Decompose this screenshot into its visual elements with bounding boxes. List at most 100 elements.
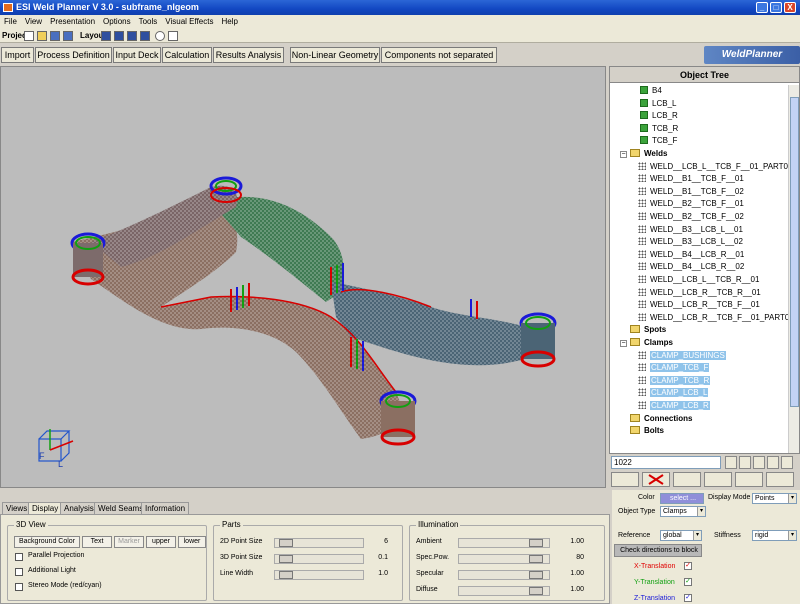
slider-knob[interactable] — [279, 539, 293, 547]
object-tree[interactable]: B4 LCB_L LCB_R TCB_R TCB_F − Welds WELD__LCB_L_… — [610, 85, 790, 453]
illumination-slider[interactable] — [458, 586, 550, 596]
tab-views[interactable]: Views — [2, 502, 32, 514]
tree-item-part[interactable]: TCB_F — [640, 135, 677, 147]
menu-help[interactable]: Help — [217, 15, 241, 26]
tree-item-folder[interactable]: Connections — [620, 413, 692, 425]
new-file-icon[interactable] — [24, 31, 34, 41]
tab-information[interactable]: Information — [141, 502, 190, 514]
weld-direction-icon[interactable] — [704, 472, 732, 487]
hide-button[interactable] — [767, 456, 779, 469]
tree-item-weld[interactable]: WELD__LCB_R__TCB_R__01 — [638, 287, 761, 299]
x-translation-checkbox[interactable]: ✓ — [684, 562, 692, 570]
tree-item-folder[interactable]: − Clamps — [620, 337, 673, 349]
tree-item-weld[interactable]: WELD__B4__LCB_R__02 — [638, 261, 744, 273]
tree-expander-icon[interactable]: − — [620, 151, 627, 158]
display-mode-select[interactable]: Points ▾ — [752, 493, 797, 504]
marker-button[interactable]: Marker — [114, 536, 144, 548]
reference-select[interactable]: global ▾ — [660, 530, 702, 541]
tree-item-weld[interactable]: CLAMP_BUSHINGS — [638, 350, 726, 362]
filter-button[interactable] — [739, 456, 751, 469]
save-icon[interactable] — [50, 31, 60, 41]
layout-3-icon[interactable] — [127, 31, 137, 41]
tree-item-weld[interactable]: WELD__B1__TCB_F__01 — [638, 173, 744, 185]
components-not-separated-button[interactable]: Components not separated — [381, 47, 497, 63]
text-button[interactable]: Text — [82, 536, 112, 548]
layout-1-icon[interactable] — [101, 31, 111, 41]
3d-viewport[interactable]: F L — [0, 66, 606, 488]
tree-item-weld[interactable]: WELD__LCB_R__TCB_F__01 — [638, 299, 760, 311]
tree-item-weld[interactable]: CLAMP_LCB_L — [638, 387, 709, 399]
tree-item-weld[interactable]: WELD__B3__LCB_L__01 — [638, 224, 743, 236]
menu-presentation[interactable]: Presentation — [46, 15, 99, 26]
tree-item-weld[interactable]: CLAMP_LCB_R — [638, 400, 710, 412]
color-select-button[interactable]: select ... — [660, 493, 704, 504]
z-translation-checkbox[interactable]: ✓ — [684, 594, 692, 602]
lower-button[interactable]: lower — [178, 536, 206, 548]
menu-options[interactable]: Options — [99, 15, 135, 26]
slider-knob[interactable] — [529, 571, 543, 579]
slider-knob[interactable] — [279, 555, 293, 563]
tab-input-deck[interactable]: Input Deck — [113, 47, 161, 63]
stiffness-select[interactable]: rigid ▾ — [752, 530, 797, 541]
menu-view[interactable]: View — [21, 15, 46, 26]
tree-item-part[interactable]: LCB_L — [640, 98, 676, 110]
tree-item-weld[interactable]: WELD__LCB_R__TCB_F__01_PART01 — [638, 312, 790, 324]
split-weld-icon[interactable] — [673, 472, 701, 487]
tab-results-analysis[interactable]: Results Analysis — [213, 47, 284, 63]
y-translation-checkbox[interactable]: ✓ — [684, 578, 692, 586]
slider-knob[interactable] — [529, 587, 543, 595]
object-type-select[interactable]: Clamps ▾ — [660, 506, 706, 517]
upper-button[interactable]: upper — [146, 536, 176, 548]
tree-item-weld[interactable]: WELD__B2__TCB_F__01 — [638, 198, 744, 210]
slider-knob[interactable] — [529, 539, 543, 547]
layout-4-icon[interactable] — [140, 31, 150, 41]
layout-2-icon[interactable] — [114, 31, 124, 41]
tree-item-folder[interactable]: − Welds — [620, 148, 667, 160]
open-folder-icon[interactable] — [37, 31, 47, 41]
weld-sequence-icon[interactable] — [735, 472, 763, 487]
parts-slider[interactable] — [274, 554, 364, 564]
tree-item-weld[interactable]: WELD__LCB_L__TCB_R__01 — [638, 274, 759, 286]
tree-item-folder[interactable]: Spots — [620, 324, 666, 336]
weld-chain-icon[interactable] — [766, 472, 794, 487]
weld-tool-1-icon[interactable] — [611, 472, 639, 487]
minimize-button[interactable]: _ — [756, 2, 768, 13]
slider-knob[interactable] — [529, 555, 543, 563]
tree-scrollbar[interactable] — [788, 85, 799, 453]
tab-weld-seams[interactable]: Weld Seams — [94, 502, 148, 514]
close-button[interactable]: X — [784, 2, 796, 13]
tree-item-weld[interactable]: WELD__B2__TCB_F__02 — [638, 211, 744, 223]
menu-visual-effects[interactable]: Visual Effects — [161, 15, 217, 26]
tree-item-folder[interactable]: Bolts — [620, 425, 664, 437]
parts-slider[interactable] — [274, 538, 364, 548]
save-as-icon[interactable] — [63, 31, 73, 41]
maximize-button[interactable]: □ — [770, 2, 782, 13]
delete-weld-icon[interactable] — [642, 472, 670, 487]
tree-search-input[interactable]: 1022 — [611, 456, 721, 469]
tab-import[interactable]: Import — [1, 47, 34, 63]
illumination-slider[interactable] — [458, 570, 550, 580]
background-color-button[interactable]: Background Color — [14, 536, 80, 548]
stereo-mode-checkbox[interactable] — [15, 583, 23, 591]
tree-item-weld[interactable]: WELD__B1__TCB_F__02 — [638, 186, 744, 198]
eye-icon[interactable] — [155, 31, 165, 41]
parallel-projection-checkbox[interactable] — [15, 553, 23, 561]
tree-item-weld[interactable]: WELD__B4__LCB_R__01 — [638, 249, 744, 261]
tree-item-part[interactable]: B4 — [640, 85, 662, 97]
tree-item-weld[interactable]: WELD__LCB_L__TCB_F__01_PART02 — [638, 161, 790, 173]
tree-expander-icon[interactable]: − — [620, 340, 627, 347]
tab-process-definition[interactable]: Process Definition — [35, 47, 112, 63]
illumination-slider[interactable] — [458, 554, 550, 564]
menu-file[interactable]: File — [0, 15, 21, 26]
tree-item-weld[interactable]: WELD__B3__LCB_L__02 — [638, 236, 743, 248]
non-linear-geometry-button[interactable]: Non-Linear Geometry — [290, 47, 380, 63]
check-directions-button[interactable]: Check directions to block — [614, 544, 702, 557]
tree-options-button[interactable] — [781, 456, 793, 469]
tree-item-part[interactable]: TCB_R — [640, 123, 678, 135]
additional-light-checkbox[interactable] — [15, 568, 23, 576]
tab-display[interactable]: Display — [28, 502, 63, 514]
tree-item-weld[interactable]: CLAMP_TCB_R — [638, 375, 711, 387]
tab-analysis[interactable]: Analysis — [60, 502, 98, 514]
illumination-slider[interactable] — [458, 538, 550, 548]
fit-view-icon[interactable] — [168, 31, 178, 41]
